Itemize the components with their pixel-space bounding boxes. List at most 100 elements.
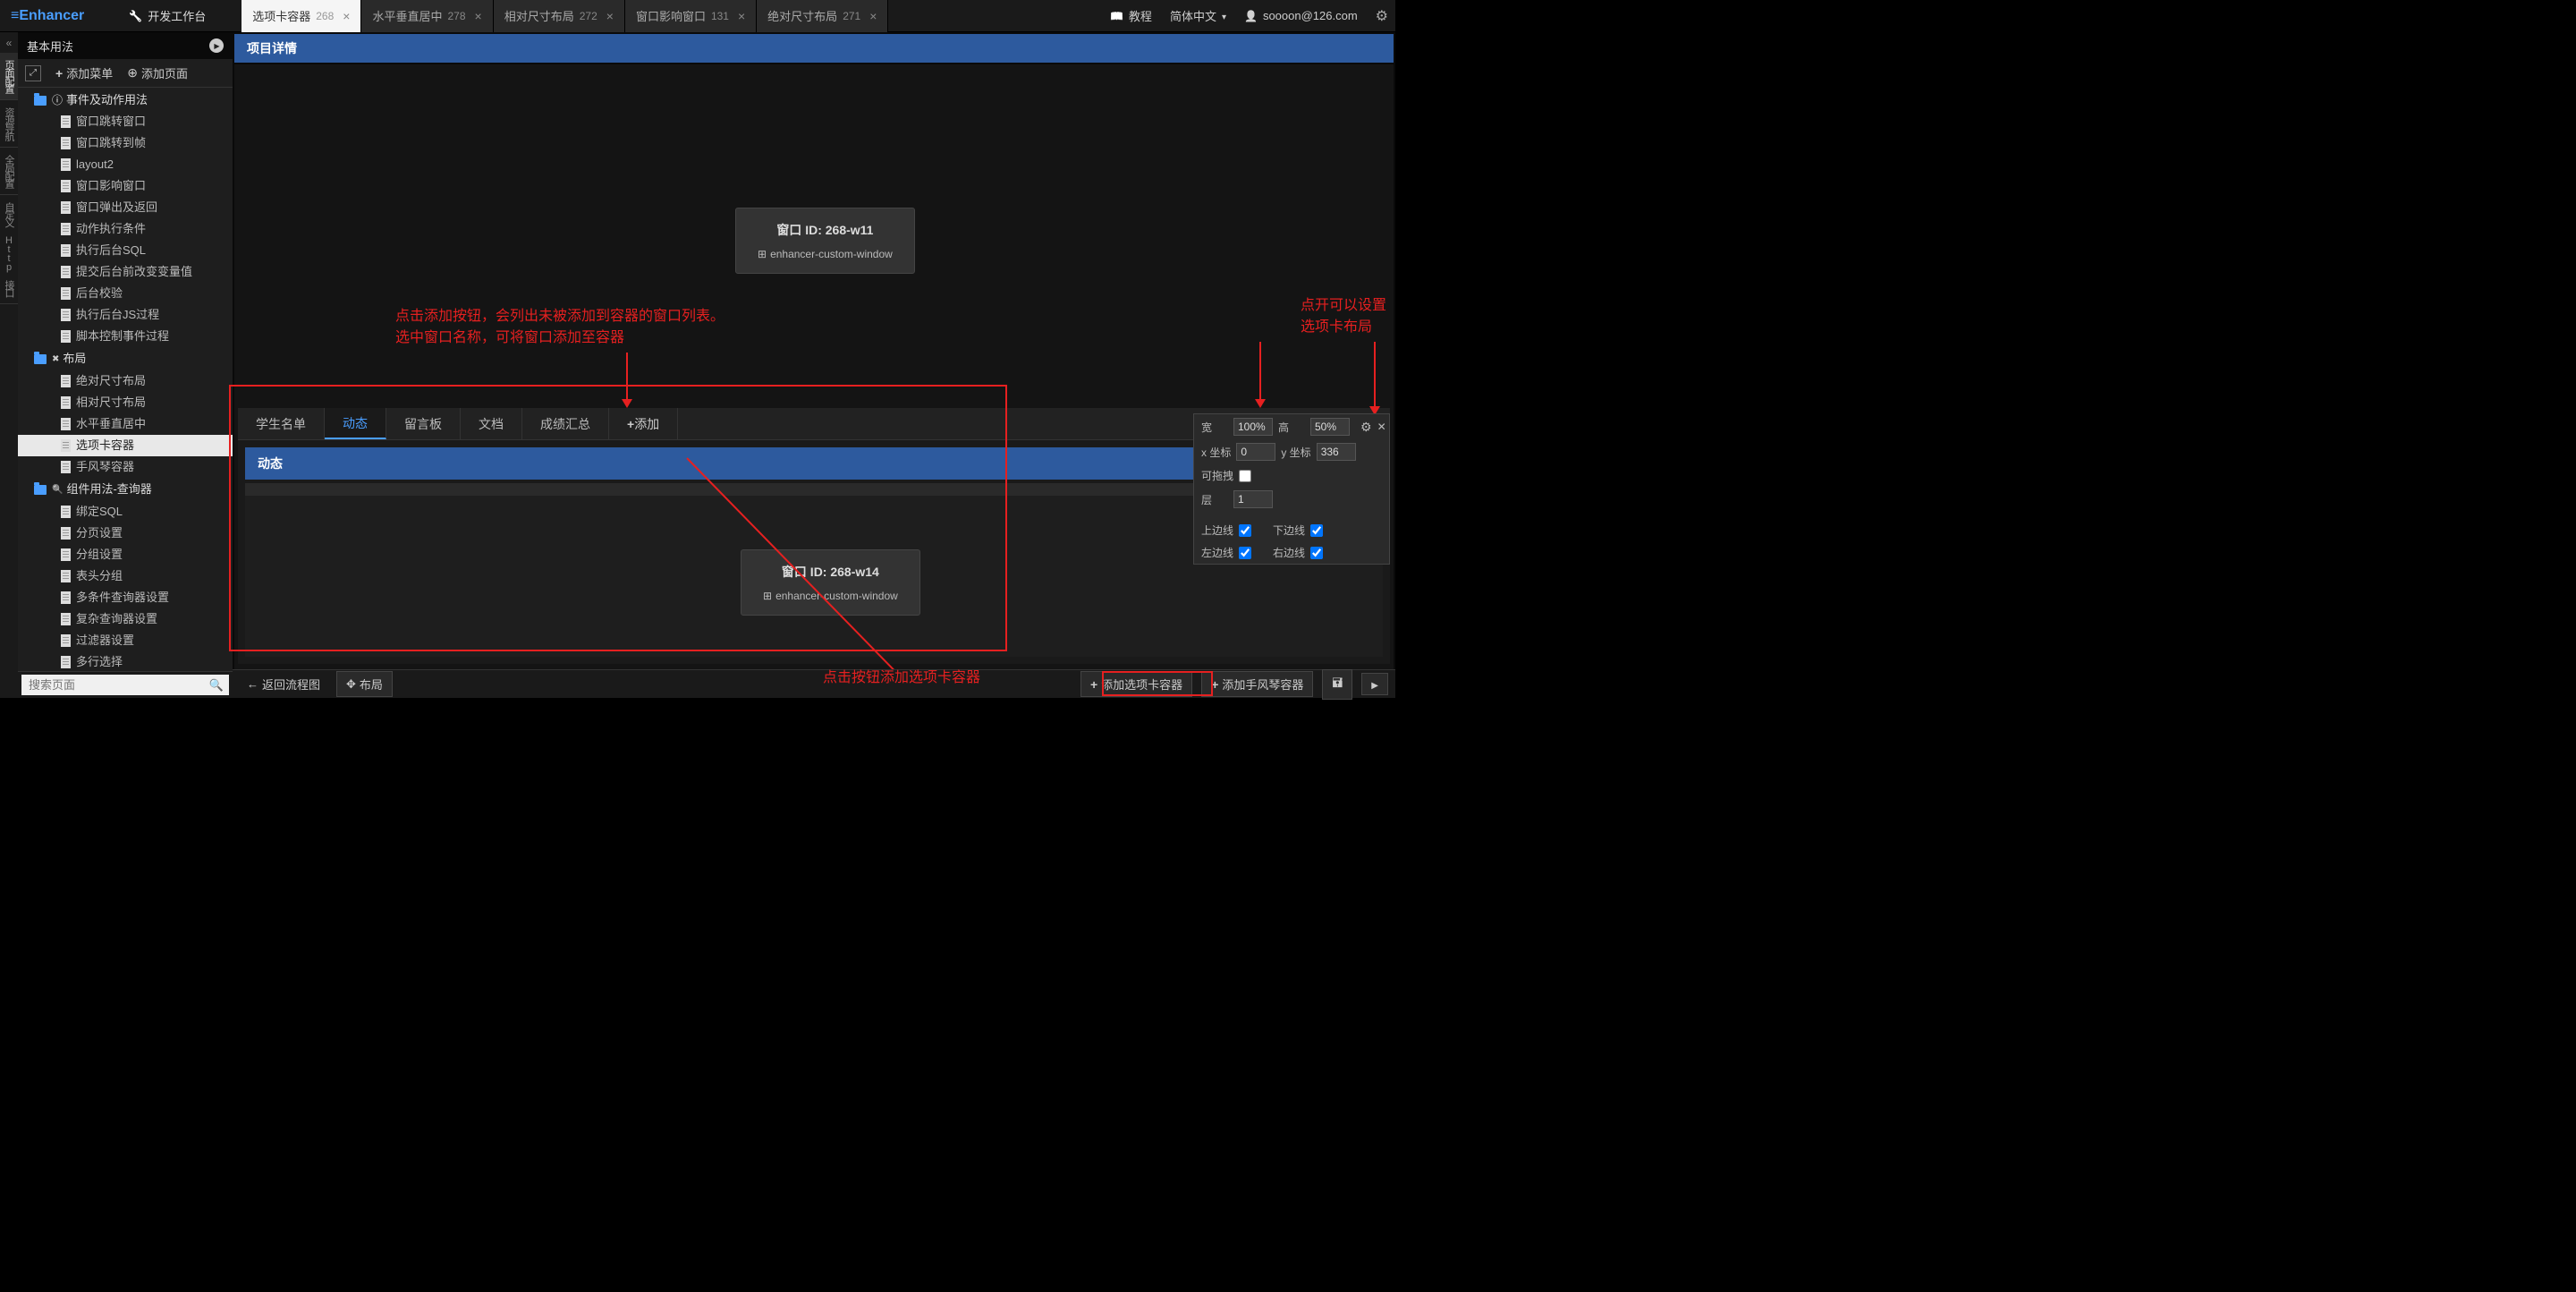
height-input[interactable]	[1310, 418, 1350, 436]
tree-item[interactable]: 执行后台SQL	[18, 240, 233, 261]
add-page-button[interactable]: 添加页面	[127, 64, 188, 81]
tab-item-2[interactable]: 相对尺寸布局 272×	[494, 0, 625, 32]
width-input[interactable]	[1233, 418, 1273, 436]
plus-icon	[1211, 677, 1218, 692]
inner-tab-2[interactable]: 留言板	[386, 408, 461, 439]
canvas[interactable]: 窗口 ID: 268-w11 enhancer-custom-window 点击…	[234, 64, 1394, 669]
tree-item[interactable]: 后台校验	[18, 283, 233, 304]
border-top-checkbox[interactable]	[1239, 524, 1251, 537]
tree-folder[interactable]: 组件用法-查询器	[18, 478, 233, 501]
file-icon	[61, 656, 71, 668]
close-icon[interactable]: ×	[738, 9, 745, 23]
border-left-checkbox[interactable]	[1239, 547, 1251, 559]
tree-item-label: 绝对尺寸布局	[76, 372, 146, 390]
tree-item[interactable]: 多行选择	[18, 651, 233, 671]
search-button[interactable]: 🔍	[204, 675, 229, 695]
tree-item[interactable]: 窗口弹出及返回	[18, 197, 233, 218]
rail-item-1[interactable]: 资源导航	[0, 100, 18, 148]
close-icon[interactable]: ×	[343, 9, 350, 23]
inner-tab-4[interactable]: 成绩汇总	[522, 408, 609, 439]
tab-item-4[interactable]: 绝对尺寸布局 271×	[757, 0, 888, 32]
tree-item[interactable]: 选项卡容器	[18, 435, 233, 456]
close-icon[interactable]: ×	[606, 9, 614, 23]
logo-text: Enhancer	[19, 8, 84, 23]
tree-folder[interactable]: 布局	[18, 347, 233, 370]
tab-item-0[interactable]: 选项卡容器 268×	[242, 0, 361, 32]
tree-item[interactable]: 绝对尺寸布局	[18, 370, 233, 392]
back-button[interactable]: 返回流程图	[240, 672, 327, 696]
add-tab-container-button[interactable]: 添加选项卡容器	[1080, 671, 1192, 697]
tree-item[interactable]: 手风琴容器	[18, 456, 233, 478]
expand-icon[interactable]	[25, 65, 41, 81]
props-gear-icon[interactable]	[1360, 420, 1372, 435]
add-tab-label: 添加选项卡容器	[1101, 676, 1182, 693]
border-bottom-checkbox[interactable]	[1310, 524, 1323, 537]
border-right-label: 右边线	[1273, 545, 1305, 560]
settings-button[interactable]	[1376, 7, 1388, 25]
collapse-rail[interactable]	[0, 32, 18, 53]
folder-icon	[34, 96, 47, 106]
rail-item-3[interactable]: 自定义 Http 接口	[0, 195, 18, 304]
tree-item[interactable]: 执行后台JS过程	[18, 304, 233, 326]
add-accordion-button[interactable]: 添加手风琴容器	[1201, 671, 1313, 697]
save-button[interactable]	[1322, 669, 1352, 700]
window-placeholder-1[interactable]: 窗口 ID: 268-w11 enhancer-custom-window	[735, 208, 915, 274]
tree-item[interactable]: 脚本控制事件过程	[18, 326, 233, 347]
tree-item[interactable]: 表头分组	[18, 565, 233, 587]
user-menu[interactable]: soooon@126.com	[1244, 9, 1358, 22]
user-icon	[1244, 9, 1258, 22]
tree-item[interactable]: 多条件查询器设置	[18, 587, 233, 608]
sidebar-title: 基本用法	[27, 38, 73, 55]
rail-item-2[interactable]: 全局配置	[0, 148, 18, 195]
run-button[interactable]	[1361, 673, 1388, 695]
tree-item[interactable]: 窗口跳转窗口	[18, 111, 233, 132]
search-input[interactable]	[21, 675, 204, 695]
draggable-checkbox[interactable]	[1239, 470, 1251, 482]
tree-folder[interactable]: 事件及动作用法	[18, 89, 233, 111]
properties-panel: 宽 高 x 坐标 y 坐标 可拖拽 层	[1193, 413, 1390, 565]
tree-item[interactable]: 水平垂直居中	[18, 413, 233, 435]
rail-item-0[interactable]: 页面配置	[0, 53, 18, 100]
play-icon[interactable]	[209, 38, 224, 53]
inner-tab-0[interactable]: 学生名单	[238, 408, 325, 439]
tree-item[interactable]: 分组设置	[18, 544, 233, 565]
props-close-icon[interactable]	[1377, 421, 1386, 433]
file-icon	[61, 527, 71, 540]
tab-item-3[interactable]: 窗口影响窗口 131×	[625, 0, 757, 32]
tree-item[interactable]: 分页设置	[18, 523, 233, 544]
add-menu-button[interactable]: 添加菜单	[55, 64, 113, 81]
tree-item[interactable]: 绑定SQL	[18, 501, 233, 523]
tree-item[interactable]: 动作执行条件	[18, 218, 233, 240]
tree-item[interactable]: 窗口影响窗口	[18, 175, 233, 197]
inner-tab-1[interactable]: 动态	[325, 408, 386, 439]
border-right-checkbox[interactable]	[1310, 547, 1323, 559]
tree-item[interactable]: 提交后台前改变变量值	[18, 261, 233, 283]
grid-icon	[763, 590, 775, 602]
chevron-down-icon	[1222, 9, 1226, 22]
inner-tab-3[interactable]: 文档	[461, 408, 522, 439]
tree-item[interactable]: 过滤器设置	[18, 630, 233, 651]
close-icon[interactable]: ×	[475, 9, 482, 23]
y-input[interactable]	[1317, 443, 1356, 461]
tree-item[interactable]: 相对尺寸布局	[18, 392, 233, 413]
tab-num: 278	[447, 10, 465, 22]
language-dropdown[interactable]: 简体中文	[1170, 7, 1226, 24]
tree-item[interactable]: 复杂查询器设置	[18, 608, 233, 630]
tab-item-1[interactable]: 水平垂直居中 278×	[361, 0, 493, 32]
tree-item[interactable]: 窗口跳转到帧	[18, 132, 233, 154]
layout-button[interactable]: 布局	[336, 671, 393, 697]
x-input[interactable]	[1236, 443, 1275, 461]
layer-input[interactable]	[1233, 490, 1273, 508]
tree-item[interactable]: layout2	[18, 154, 233, 175]
tree-item-label: 复杂查询器设置	[76, 610, 157, 628]
height-label: 高	[1278, 420, 1305, 435]
header-bar: ≡Enhancer 开发工作台 选项卡容器 268× 水平垂直居中 278× 相…	[0, 0, 1395, 32]
window-placeholder-2[interactable]: 窗口 ID: 268-w14 enhancer-custom-window	[741, 549, 920, 616]
inner-tab-add[interactable]: 添加	[609, 408, 678, 439]
layout-label: 布局	[360, 676, 383, 693]
close-icon[interactable]: ×	[869, 9, 877, 23]
tab-num: 268	[316, 10, 334, 22]
tutorial-link[interactable]: 教程	[1110, 7, 1152, 24]
plus-icon	[1090, 677, 1097, 692]
dev-workspace-link[interactable]: 开发工作台	[102, 7, 233, 24]
